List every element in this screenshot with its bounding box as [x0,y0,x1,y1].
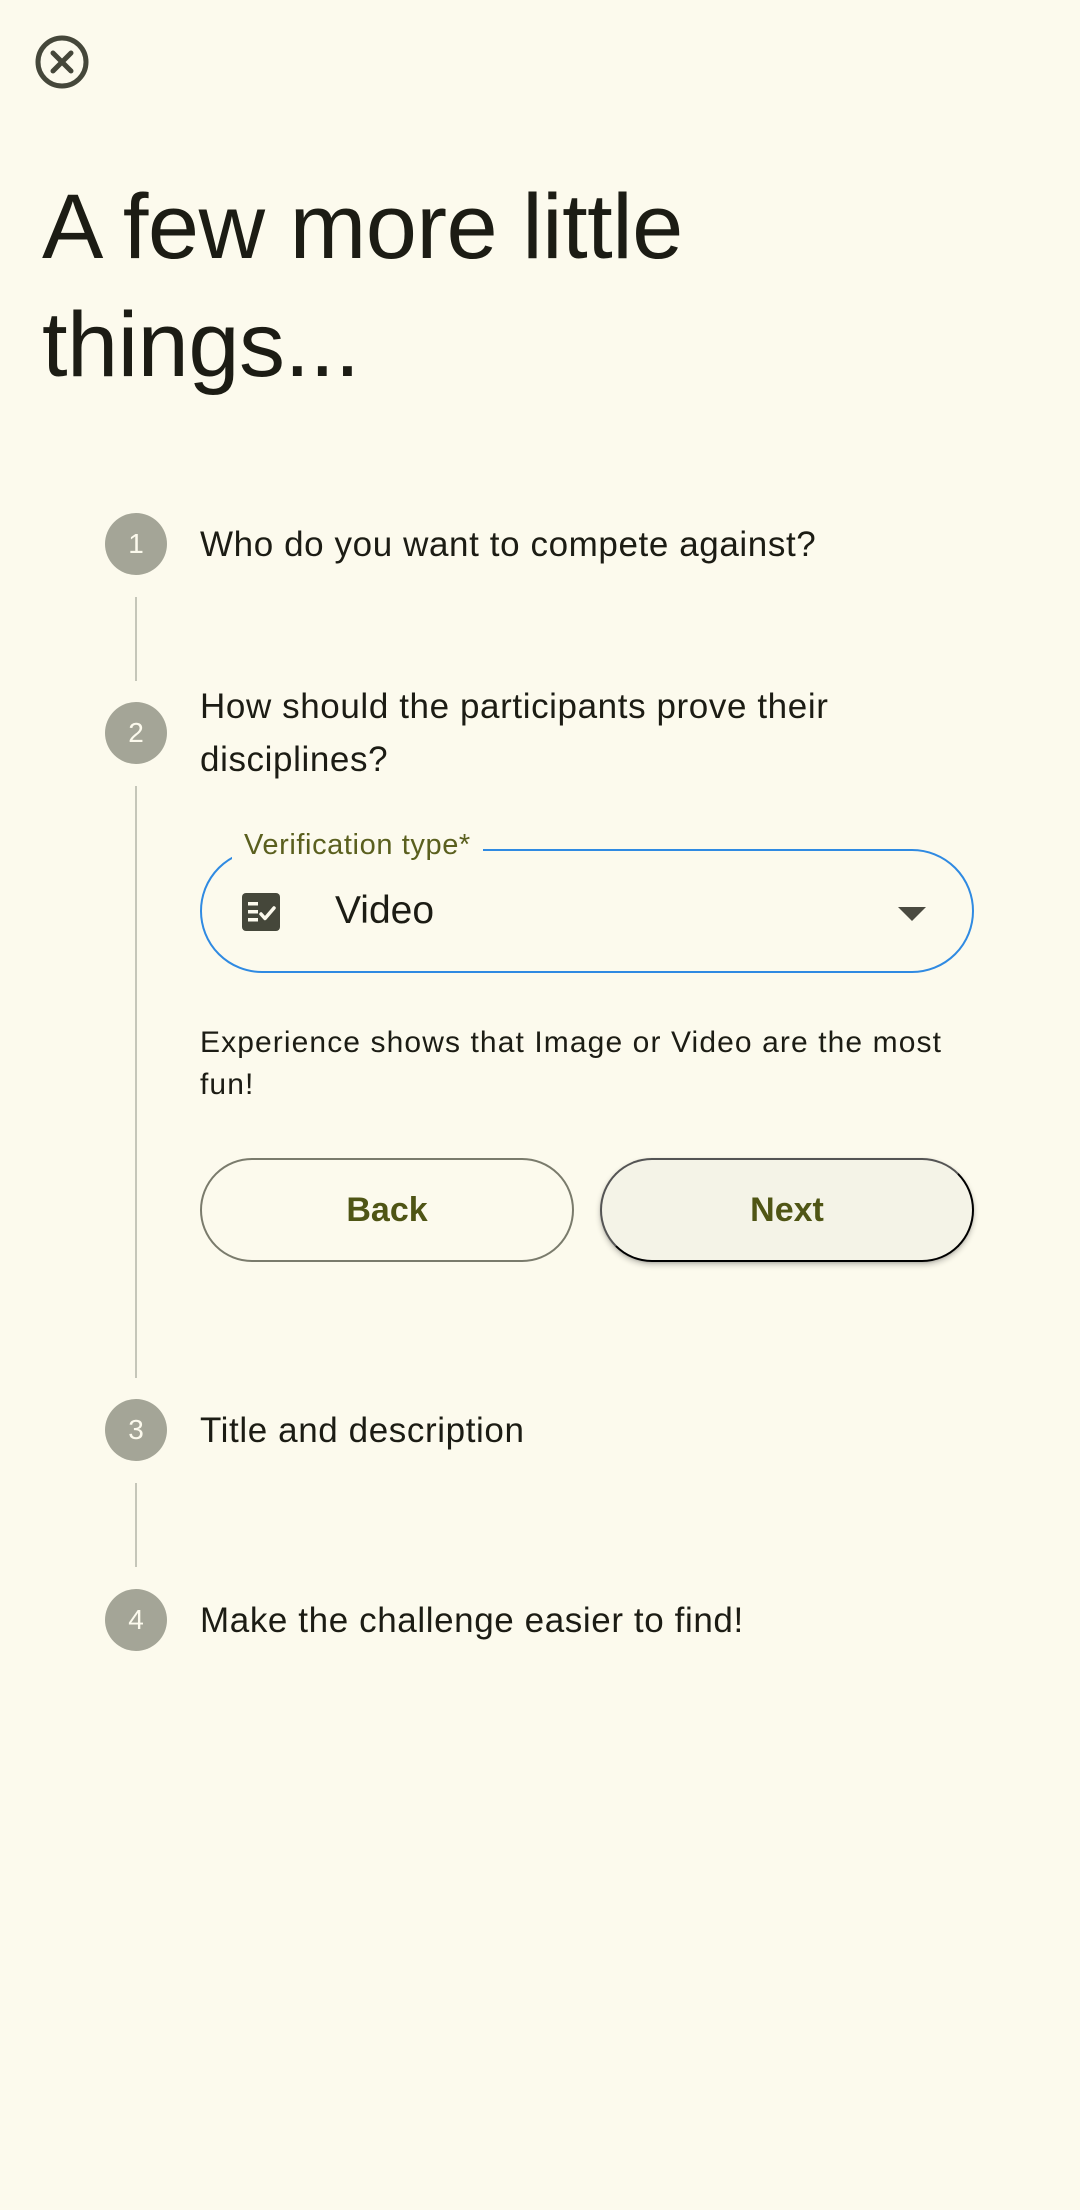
close-button[interactable] [30,30,94,94]
chevron-down-icon [898,907,926,921]
step-3-label[interactable]: Title and description [200,1404,525,1457]
verification-type-value: Video [335,889,435,932]
fact-check-icon [242,893,280,931]
step-connector [135,786,137,1378]
step-4-label[interactable]: Make the challenge easier to find! [200,1594,744,1647]
step-connector [135,1483,137,1567]
verification-type-dropdown[interactable]: Verification type* Video [200,825,974,973]
next-button[interactable]: Next [600,1158,974,1262]
helper-text: Experience shows that Image or Video are… [200,1026,943,1101]
step-1-label[interactable]: Who do you want to compete against? [200,518,816,571]
step-1-indicator[interactable]: 1 [105,513,167,575]
close-circle-icon [35,35,89,89]
back-button[interactable]: Back [200,1158,574,1262]
verification-type-label: Verification type* [232,825,483,865]
page-title: A few more little things... [42,176,683,396]
step-connector [135,597,137,681]
step-2-label[interactable]: How should the participants prove their … [200,680,980,786]
step-2-indicator[interactable]: 2 [105,702,167,764]
step-3-indicator[interactable]: 3 [105,1399,167,1461]
step-4-indicator[interactable]: 4 [105,1589,167,1651]
